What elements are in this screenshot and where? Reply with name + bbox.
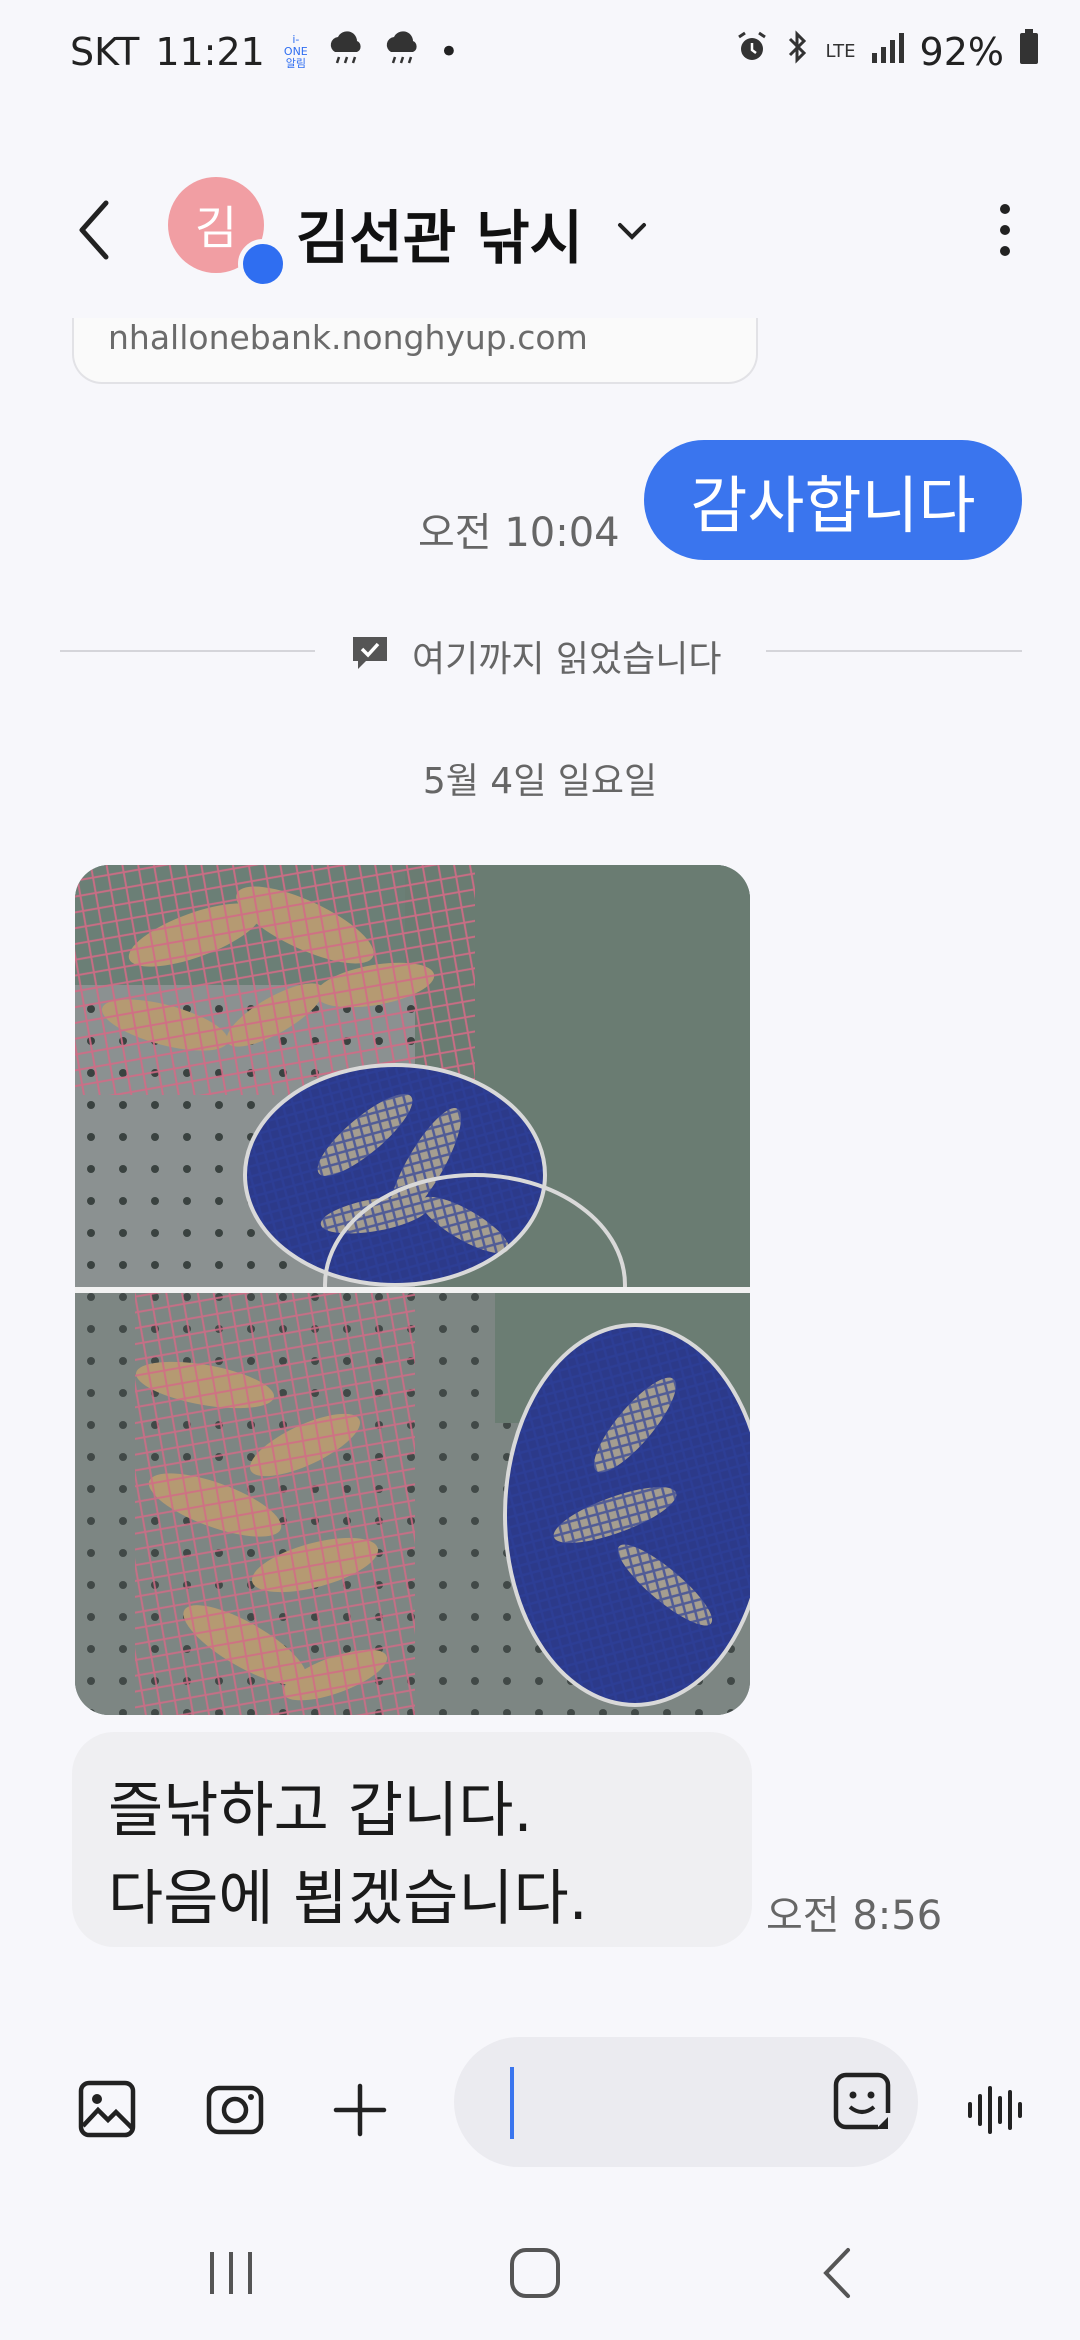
- avatar-initial: 김: [194, 201, 238, 255]
- notification-dot: •: [438, 32, 459, 72]
- voice-icon[interactable]: [966, 2082, 1022, 2142]
- gallery-icon[interactable]: [78, 2080, 136, 2142]
- message-input[interactable]: [454, 2037, 918, 2167]
- chevron-down-icon[interactable]: [612, 211, 652, 251]
- read-marker: 여기까지 읽었습니다: [350, 630, 722, 682]
- battery-icon: [1018, 28, 1040, 75]
- weather-rain-icon: [327, 28, 367, 76]
- signal-icon: [870, 29, 906, 74]
- weather-rain-icon: [383, 28, 423, 76]
- sent-message-text: 감사합니다: [690, 469, 976, 542]
- carrier-label: SKT: [70, 30, 140, 74]
- sent-time: 오전 10:04: [418, 510, 620, 556]
- received-message-line: 즐낚하고 갑니다.: [108, 1776, 533, 1846]
- status-bar: SKT 11:21 i-ONE 알림 • LTE 92%: [0, 0, 1080, 100]
- received-message-line: 다음에 뵙겠습니다.: [108, 1864, 588, 1934]
- ione-badge-icon: i-ONE 알림: [283, 33, 308, 70]
- sticker-icon[interactable]: [832, 2071, 892, 2135]
- divider: [60, 650, 315, 652]
- link-domain: nhallonebank.nonghyup.com: [108, 318, 588, 357]
- sent-message-bubble[interactable]: 감사합니다: [644, 440, 1022, 560]
- home-icon[interactable]: [508, 2246, 562, 2304]
- conversation-header: 김 김선관 낚시: [0, 165, 1080, 295]
- read-check-icon: [350, 632, 390, 681]
- photo-fish-catch-icon: [75, 865, 750, 1715]
- back-nav-icon[interactable]: [818, 2246, 858, 2304]
- chat-badge-icon: [238, 239, 288, 289]
- text-cursor: [510, 2067, 514, 2139]
- more-vertical-icon[interactable]: [990, 195, 1020, 265]
- divider: [766, 650, 1022, 652]
- battery-percent: 92%: [919, 29, 1004, 74]
- link-preview-bubble[interactable]: nhallonebank.nonghyup.com: [72, 318, 758, 384]
- read-marker-text: 여기까지 읽었습니다: [412, 639, 722, 680]
- back-icon[interactable]: [70, 195, 120, 265]
- received-time: 오전 8:56: [766, 1893, 943, 1939]
- recents-icon[interactable]: [206, 2248, 256, 2302]
- camera-icon[interactable]: [206, 2082, 264, 2140]
- alarm-icon: [734, 29, 770, 74]
- date-separator: 5월 4일 일요일: [422, 761, 658, 802]
- network-type-label: LTE: [825, 40, 856, 62]
- contact-name[interactable]: 김선관 낚시: [296, 191, 583, 275]
- clock: 11:21: [155, 30, 265, 74]
- received-photo[interactable]: [75, 865, 750, 1715]
- bluetooth-icon: [784, 29, 812, 74]
- add-icon[interactable]: [332, 2082, 388, 2142]
- received-message-bubble[interactable]: 즐낚하고 갑니다. 다음에 뵙겠습니다.: [72, 1732, 752, 1947]
